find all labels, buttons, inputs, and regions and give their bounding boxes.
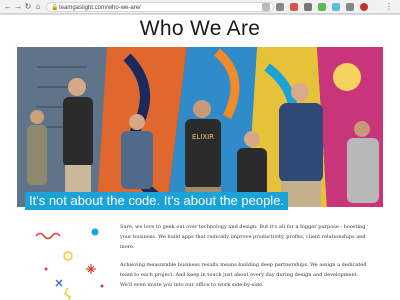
star-icon[interactable] bbox=[262, 3, 270, 11]
intro-text: Sure, we love to geek out over technolog… bbox=[120, 222, 370, 298]
lock-icon: 🔒 bbox=[51, 5, 59, 11]
extension-icon[interactable] bbox=[276, 3, 284, 11]
address-bar[interactable]: 🔒 teamgaslight.com/who-we-are/ bbox=[46, 2, 274, 12]
extension-icon[interactable] bbox=[346, 3, 354, 11]
url-text: teamgaslight.com/who-we-are/ bbox=[59, 5, 141, 11]
home-icon[interactable]: ⌂ bbox=[33, 2, 43, 12]
intro-paragraph: Achieving measurable business results me… bbox=[120, 262, 367, 288]
team-photo-illustration: ELIXIR bbox=[17, 47, 383, 207]
profile-icon[interactable] bbox=[360, 3, 368, 11]
reload-icon[interactable]: ↻ bbox=[23, 2, 33, 12]
back-arrow-icon[interactable]: ← bbox=[3, 2, 13, 12]
extension-icon[interactable] bbox=[304, 3, 312, 11]
team-photo: ELIXIR bbox=[17, 47, 383, 207]
tagline-banner: It's not about the code. It's about the … bbox=[25, 192, 289, 210]
page-content: Who We Are ELIXIR It's not about the cod… bbox=[0, 15, 400, 300]
intro-paragraph: Sure, we love to geek out over technolog… bbox=[120, 224, 366, 250]
browser-toolbar: ← → ↻ ⌂ 🔒 teamgaslight.com/who-we-are/ ⋮ bbox=[0, 0, 400, 14]
extension-icon[interactable] bbox=[290, 3, 298, 11]
page-title: Who We Are bbox=[139, 17, 261, 40]
menu-dots-icon[interactable]: ⋮ bbox=[384, 2, 394, 12]
forward-arrow-icon[interactable]: → bbox=[13, 2, 23, 12]
extension-icon[interactable] bbox=[318, 3, 326, 11]
extension-icon[interactable] bbox=[332, 3, 340, 11]
shirt-text: ELIXIR bbox=[192, 133, 214, 141]
decorative-shapes bbox=[35, 228, 104, 300]
